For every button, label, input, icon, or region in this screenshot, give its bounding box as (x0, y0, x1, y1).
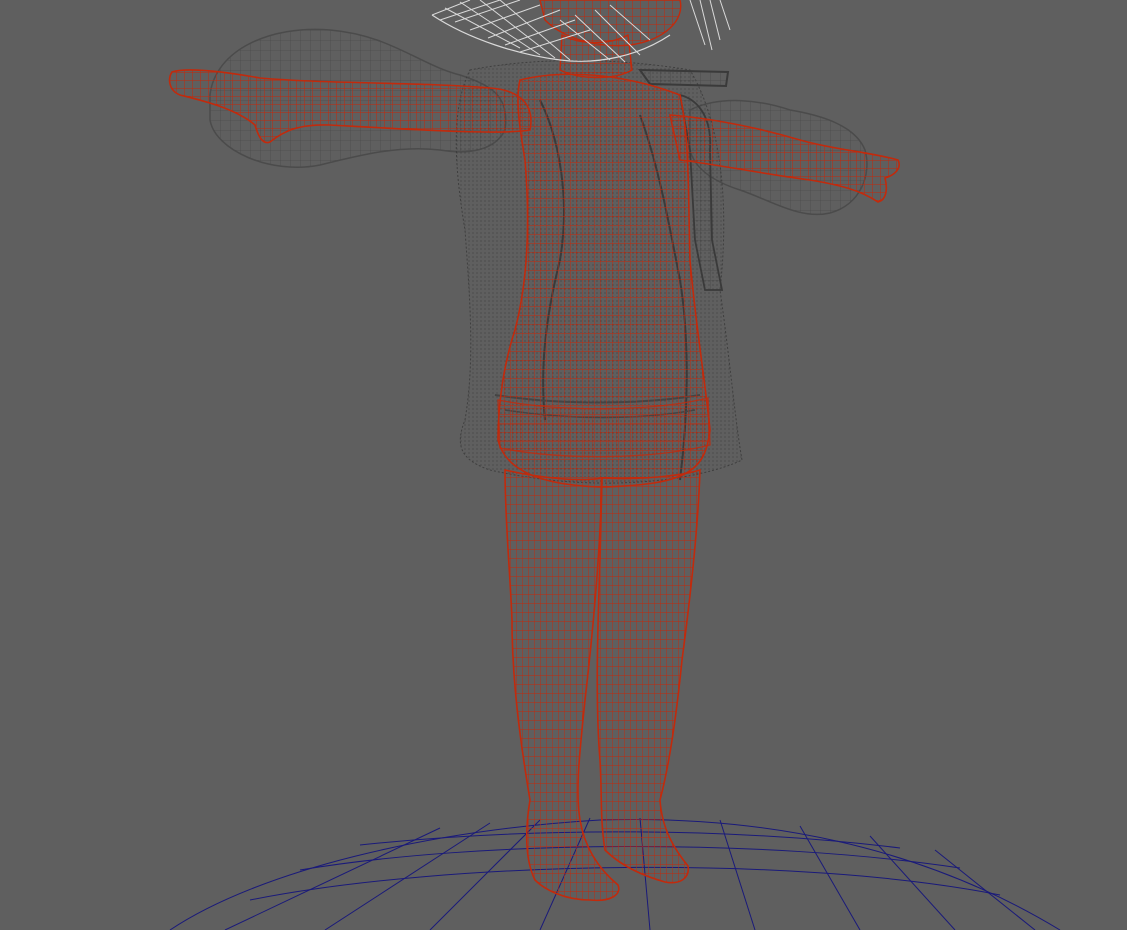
wireframe-scene[interactable] (0, 0, 1127, 930)
3d-viewport[interactable] (0, 0, 1127, 930)
